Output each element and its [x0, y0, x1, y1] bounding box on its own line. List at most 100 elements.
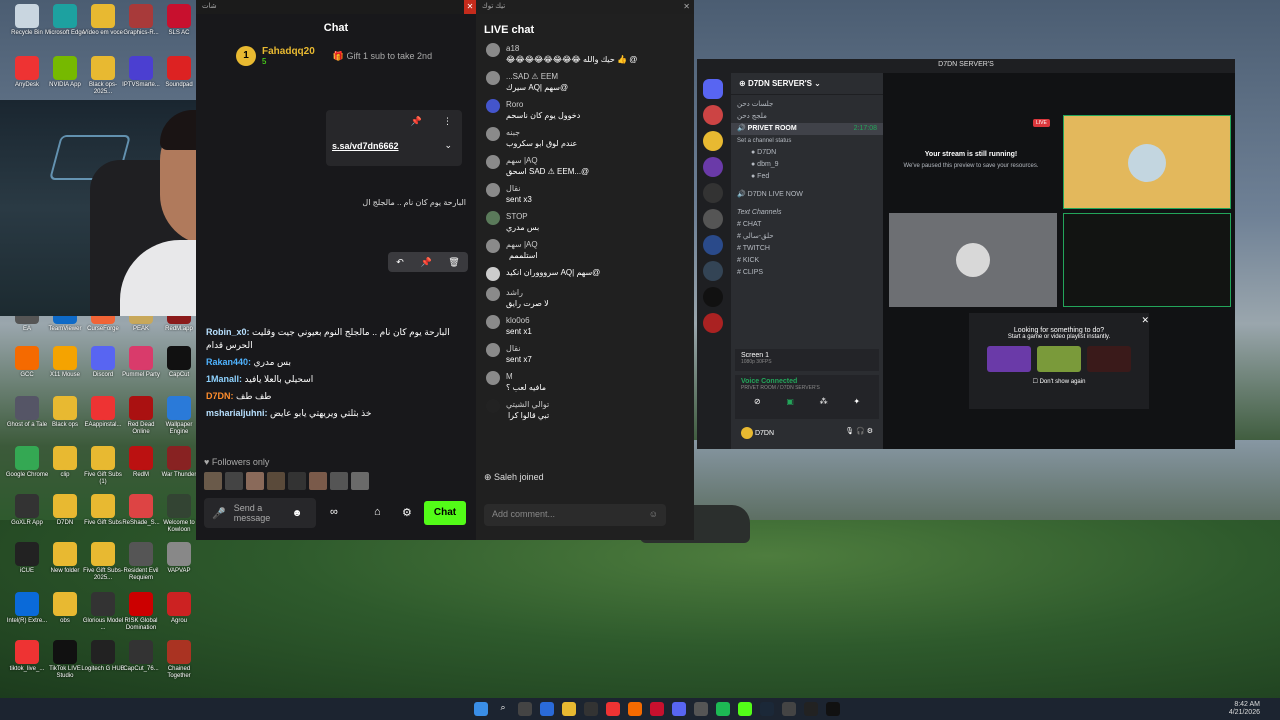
activities-icon[interactable]: ⁂ — [820, 397, 828, 406]
chat-message[interactable]: msharialjuhni: خذ بثلتي ويريهتي يابو عاي… — [196, 405, 476, 422]
app-icon[interactable] — [694, 702, 708, 716]
server-icon[interactable] — [703, 235, 723, 255]
close-icon[interactable]: ✕ — [1141, 315, 1149, 326]
task-view-icon[interactable] — [518, 702, 532, 716]
screen-share-icon[interactable]: ▣ — [786, 397, 794, 406]
server-icon[interactable] — [703, 183, 723, 203]
avatar[interactable] — [486, 43, 500, 57]
app-icon[interactable] — [584, 702, 598, 716]
live-message[interactable]: ...SAD ⚠ EEM @سهم |AQ سيرك — [476, 68, 694, 96]
chat-message[interactable]: Rakan440: بس مدري — [196, 354, 476, 371]
channel-privet-room[interactable]: 🔊 PRIVET ROOM 2:17:08 — [731, 123, 883, 135]
text-channel[interactable]: # CLIPS — [731, 267, 883, 279]
game-card[interactable] — [1037, 346, 1081, 372]
discord-home-icon[interactable] — [703, 79, 723, 99]
chat-username[interactable]: msharialjuhni: — [206, 408, 270, 418]
mic-icon[interactable]: 🎤 — [212, 507, 226, 520]
voice-sub[interactable]: ملجج دحن — [731, 111, 883, 123]
comment-input[interactable]: Add comment... ☺ — [484, 504, 666, 526]
avatar[interactable] — [486, 155, 500, 169]
live-username[interactable]: a18 — [506, 43, 637, 54]
live-username[interactable]: سهم |AQ — [506, 155, 589, 166]
store-icon[interactable]: ⌂ — [374, 506, 381, 518]
chat-username[interactable]: 1Manall: — [206, 374, 245, 384]
text-category[interactable]: Text Channels — [731, 207, 883, 219]
avatar[interactable] — [486, 183, 500, 197]
chat-send-button[interactable]: Chat — [424, 501, 466, 525]
text-channel[interactable]: # KICK — [731, 255, 883, 267]
voice-member[interactable]: ● Fed — [731, 171, 883, 183]
soundboard-icon[interactable]: ✦ — [853, 397, 860, 406]
chat-username[interactable]: D7DN: — [206, 391, 236, 401]
folder-icon[interactable] — [562, 702, 576, 716]
desktop-icon[interactable]: Chained Together — [156, 640, 202, 680]
server-icon[interactable] — [703, 287, 723, 307]
avatar[interactable] — [486, 127, 500, 141]
server-icon[interactable] — [703, 209, 723, 229]
live-username[interactable]: STOP — [506, 211, 539, 222]
live-username[interactable]: سهم |AQ — [506, 239, 538, 250]
server-icon[interactable] — [703, 313, 723, 333]
live-message[interactable]: M مافيه لعب ؟ — [476, 368, 694, 396]
clock[interactable]: 8:42 AM 4/21/2026 — [1229, 701, 1260, 717]
live-message[interactable]: @سهم |AQ سروووران انكيد — [476, 264, 694, 284]
camera-icon[interactable]: ⊘ — [754, 397, 761, 406]
game-card[interactable] — [1087, 346, 1131, 372]
channel-status[interactable]: Set a channel status — [731, 135, 883, 147]
steam-icon[interactable] — [760, 702, 774, 716]
server-icon[interactable] — [703, 157, 723, 177]
avatar[interactable] — [486, 371, 500, 385]
app-icon[interactable] — [804, 702, 818, 716]
participant-tile-fahad[interactable] — [1063, 115, 1231, 209]
live-message[interactable]: STOP بس مدري — [476, 208, 694, 236]
app-icon[interactable] — [606, 702, 620, 716]
pinned-message[interactable]: 📌 ⋮ s.sa/vd7dn6662 ⌄ — [326, 110, 462, 166]
chat-username[interactable]: Robin_x0: — [206, 327, 252, 337]
reply-icon[interactable]: ↶ — [396, 257, 404, 268]
spotify-icon[interactable] — [716, 702, 730, 716]
chat-input[interactable]: 🎤 Send a message ☻ — [204, 498, 316, 528]
voice-category[interactable]: جلسات دحن — [731, 99, 883, 111]
text-channel[interactable]: # CHAT — [731, 219, 883, 231]
avatar[interactable] — [486, 287, 500, 301]
windows-start-icon[interactable] — [474, 702, 488, 716]
live-username[interactable]: M — [506, 371, 546, 382]
avatar[interactable] — [486, 343, 500, 357]
mic-icon[interactable]: 🎙 🎧 ⚙ — [845, 427, 873, 435]
live-username[interactable]: نقال — [506, 183, 532, 194]
live-message[interactable]: سهم |AQ @...SAD ⚠ EEM اسحق — [476, 152, 694, 180]
live-message[interactable]: جبنه عندم لوق ابو سكروب — [476, 124, 694, 152]
chat-message[interactable]: Robin_x0: البارحة يوم كان نام .. مالجلج … — [196, 324, 476, 354]
avatar[interactable] — [486, 211, 500, 225]
pinned-link[interactable]: s.sa/vd7dn6662 — [332, 141, 399, 151]
server-name[interactable]: ⊕ D7DN SERVER'S ⌄ — [731, 73, 883, 95]
more-icon[interactable]: ⋮ — [443, 116, 452, 127]
server-icon[interactable] — [703, 261, 723, 281]
desktop-icon[interactable]: VAPVAP — [156, 542, 202, 575]
live-username[interactable]: جبنه — [506, 127, 577, 138]
pin-icon[interactable]: 📌 — [420, 257, 431, 268]
app-icon[interactable] — [540, 702, 554, 716]
live-username[interactable]: ...SAD ⚠ EEM — [506, 71, 568, 82]
chat-username[interactable]: Rakan440: — [206, 357, 254, 367]
discord-icon[interactable] — [672, 702, 686, 716]
live-username[interactable]: نقال — [506, 343, 532, 354]
live-message[interactable]: Roro دخوول يوم كان ناسحم — [476, 96, 694, 124]
close-icon[interactable]: ✕ — [683, 2, 690, 11]
app-icon[interactable] — [782, 702, 796, 716]
search-icon[interactable]: ⌕ — [496, 702, 510, 716]
chat-message[interactable]: 1Manall: اسحيلي بالعلا يافيد — [196, 371, 476, 388]
live-username[interactable]: Roro — [506, 99, 580, 110]
participant-tile-empty[interactable] — [1063, 213, 1231, 307]
text-channel[interactable]: # TWITCH — [731, 243, 883, 255]
delete-icon[interactable]: 🗑 — [448, 257, 459, 268]
participant-tile-user[interactable] — [889, 213, 1057, 307]
live-message[interactable]: راشد لا صرت رايق — [476, 284, 694, 312]
avatar[interactable] — [486, 399, 500, 413]
voice-member[interactable]: ● dbm_9 — [731, 159, 883, 171]
server-icon[interactable] — [703, 131, 723, 151]
infinity-icon[interactable]: ∞ — [330, 506, 338, 518]
pin-icon[interactable]: 📌 — [411, 116, 422, 127]
live-message[interactable]: klo0o6 sent x1 — [476, 312, 694, 340]
gear-icon[interactable]: ⚙ — [402, 506, 412, 519]
